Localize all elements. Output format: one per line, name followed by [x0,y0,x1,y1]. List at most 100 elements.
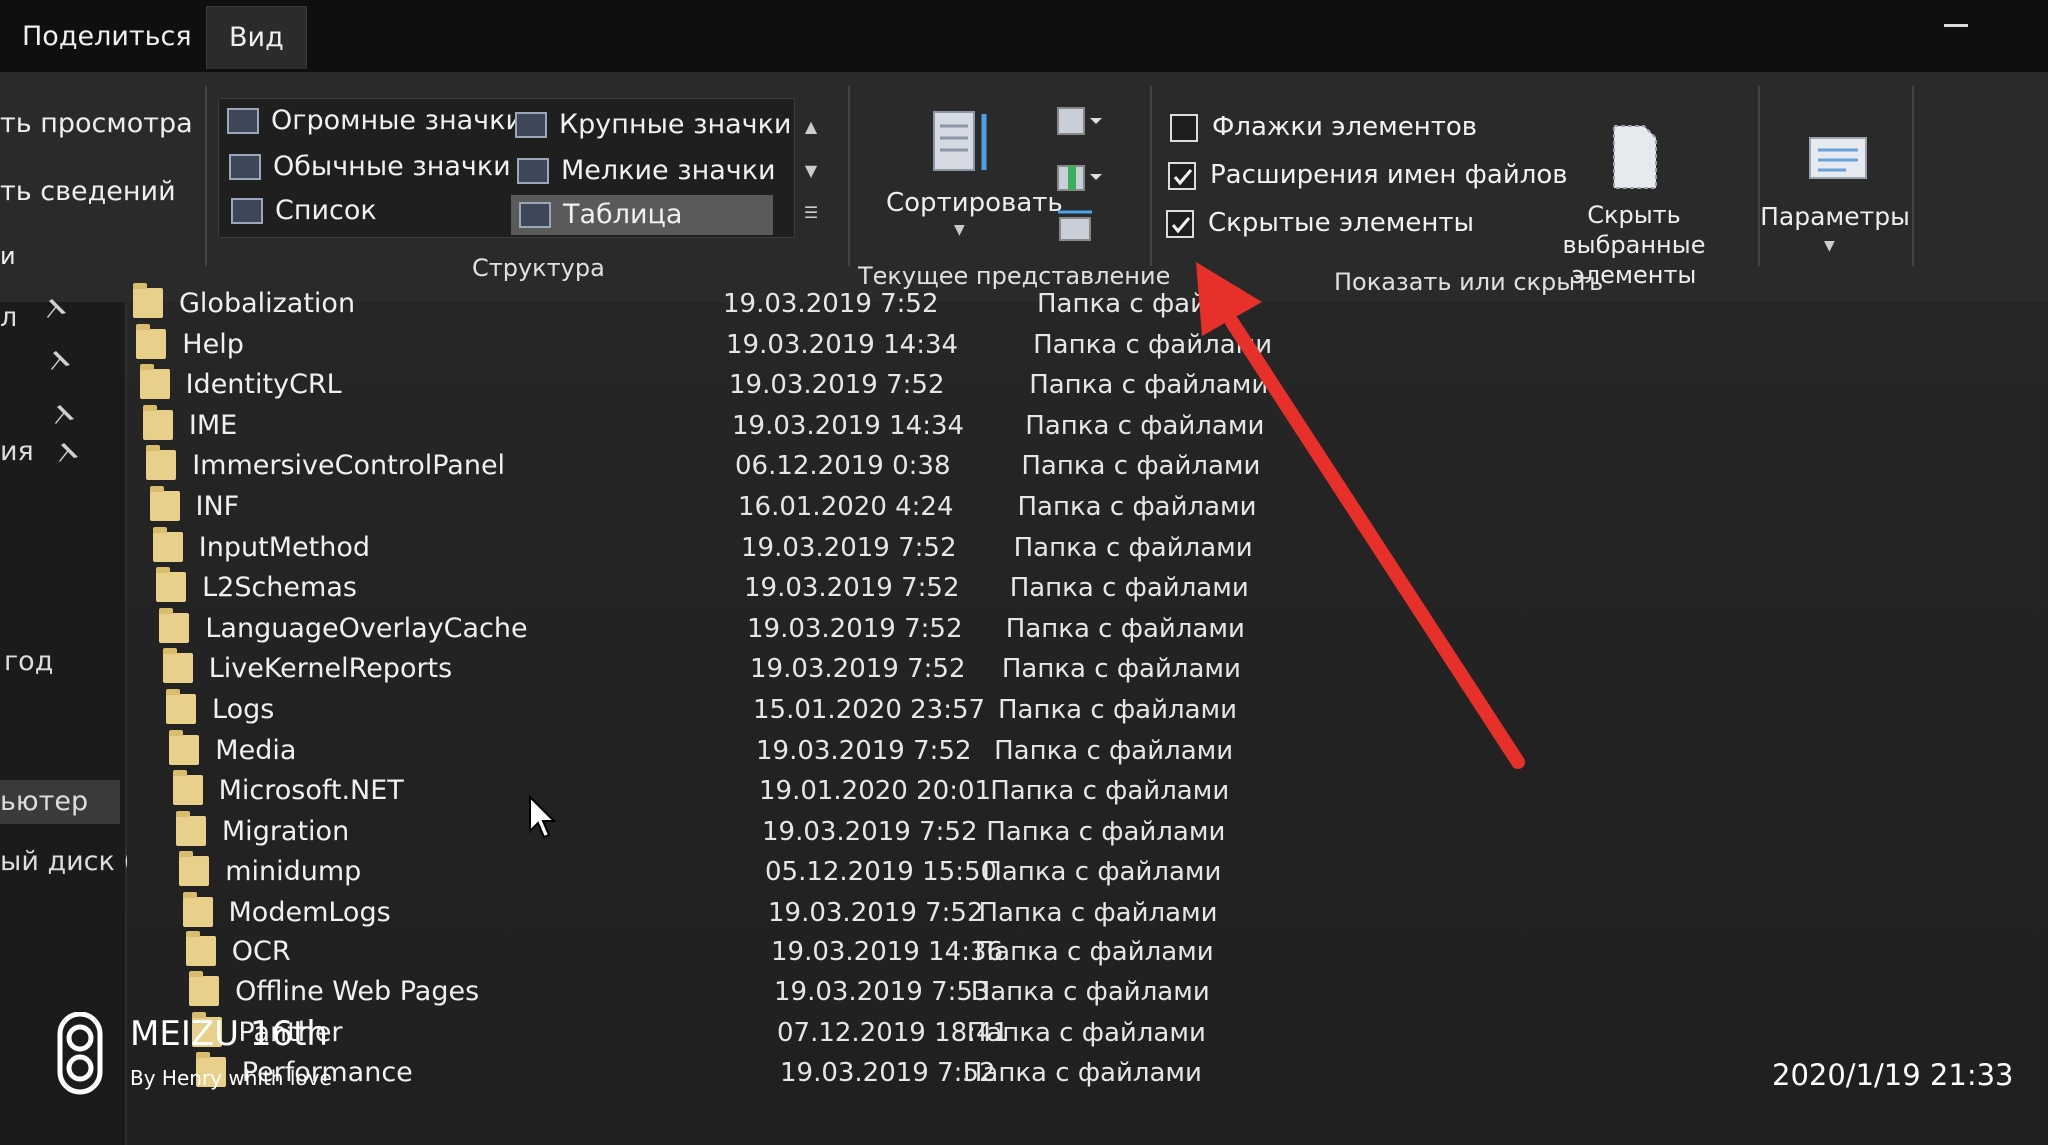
more-icon[interactable]: ☰ [800,202,822,224]
pin-graphic [47,299,66,318]
pin-icon[interactable] [48,348,74,374]
nav-item[interactable]: ия [0,436,34,467]
minimize-button[interactable] [1944,24,1968,27]
folder-icon [136,323,167,359]
file-date: 16.01.2020 4:24 [738,492,954,522]
table-row[interactable]: Microsoft.NET 19.01.2020 20:01 Папка с фай… [172,770,1373,813]
table-row[interactable]: ImmersiveControlPanel 06.12.2019 0:38 Папк… [146,445,1346,488]
file-date: 19.03.2019 7:52 [755,735,972,766]
options-button[interactable]: Параметры [1760,202,1910,231]
table-row[interactable]: OCR 19.03.2019 14:36 Папка с файлами [185,930,1386,974]
layout-small-icons[interactable]: Мелкие значки [509,151,811,191]
file-extensions-checkbox[interactable] [1168,162,1196,190]
pin-icon[interactable] [52,402,78,428]
folder-icon [182,892,213,927]
sort-button[interactable]: Сортировать [886,188,1063,218]
nav-item-this-pc[interactable]: ьютер [0,780,120,824]
file-type: Папка с файлами [978,898,1218,928]
table-row[interactable]: Panther 07.12.2019 18:41 Папка с файлами [192,1011,1392,1055]
table-row[interactable]: Logs 15.01.2020 23:57 Папка с файлами [166,689,1366,732]
group-by-graphic [1057,107,1102,135]
layout-list[interactable]: Список [223,191,545,231]
folder-icon [179,851,210,887]
size-columns-icon[interactable] [1056,206,1096,242]
checkmark-icon [1171,217,1191,234]
group-by-icon[interactable] [1056,106,1108,136]
file-date: 19.03.2019 7:52 [761,816,978,847]
pin-graphic [59,443,78,462]
watermark-subtitle: By Henry whith love [130,1066,332,1090]
options-icon [1806,134,1870,184]
file-date: 15.01.2020 23:57 [753,695,986,725]
file-date: 19.03.2019 7:52 [746,613,963,644]
file-date: 19.03.2019 7:52 [743,573,960,604]
folder-icon [189,971,220,1007]
folder-icon [133,283,163,318]
table-row[interactable]: Media 19.03.2019 7:52 Папка с файлами [169,729,1369,773]
layout-extra-large-icons[interactable]: Огромные значки [219,101,541,141]
nav-item[interactable]: л [0,302,17,333]
table-row[interactable]: InputMethod 19.03.2019 7:52 Папка с файлам… [152,526,1353,570]
tab-share[interactable]: Поделиться [0,6,214,68]
separator [848,86,850,266]
separator [1758,86,1760,266]
table-row[interactable]: LiveKernelReports 19.03.2019 7:52 Папка с … [162,648,1363,691]
file-date: 19.03.2019 7:52 [728,370,945,401]
add-columns-icon[interactable] [1056,162,1108,192]
details-pane-button[interactable]: ть сведений [0,176,176,207]
layout-medium-icons[interactable]: Обычные значки [221,147,543,187]
file-type: Папка с файлами [1001,654,1241,685]
table-row[interactable]: Help 19.03.2019 14:34 Папка с файлами [136,323,1336,367]
table-row[interactable]: IdentityCRL 19.03.2019 7:52 Папка с файлам… [139,364,1340,407]
file-name: L2Schemas [202,572,357,604]
tab-view[interactable]: Вид [206,6,307,69]
list-icon [231,198,263,224]
file-type: Папка с файлами [1009,573,1249,604]
table-row[interactable]: minidump 05.12.2019 15:50 Папка с файлами [179,851,1379,894]
medium-icons-icon [229,154,261,180]
folder-icon [162,648,193,684]
table-row[interactable]: IME 19.03.2019 14:34 Папка с файлами [142,404,1343,448]
table-row[interactable]: LanguageOverlayCache 19.03.2019 7:52 Папка… [159,607,1359,651]
folder-icon [166,689,196,724]
table-row[interactable]: INF 16.01.2020 4:24 Папка с файлами [149,486,1350,529]
ribbon: ть просмотра ть сведений и Огромные знач… [0,72,2048,304]
hidden-items-label: Скрытые элементы [1208,208,1474,238]
nav-item[interactable]: год [4,646,53,677]
sort-icon-graphic [933,111,987,171]
pin-icon[interactable] [56,440,82,466]
title-tab-bar: Поделиться Вид [0,0,2048,72]
item-checkboxes-checkbox[interactable] [1170,114,1198,142]
file-name: InputMethod [198,531,370,563]
chevron-down-icon: ▼ [954,222,965,238]
pin-icon[interactable] [44,296,70,322]
chevron-down-icon[interactable]: ▼ [800,160,822,182]
table-row[interactable]: Performance 19.03.2019 7:52 Папка с файлам… [195,1052,1396,1095]
file-extensions-label: Расширения имен файлов [1210,160,1568,190]
layout-group-label: Структура [472,254,605,282]
file-name: Microsoft.NET [218,775,404,807]
table-row[interactable]: Offline Web Pages 19.03.2019 7:53 Папка с … [189,971,1389,1014]
table-row[interactable]: Migration 19.03.2019 7:52 Папка с файлами [175,810,1376,854]
separator [1912,86,1914,266]
hide-selected-line1: Скрыть выбранные [1562,201,1706,259]
table-row[interactable]: Globalization 19.03.2019 7:52 Папка с файл… [133,283,1333,326]
file-date: 19.03.2019 7:53 [773,977,990,1008]
folder-icon [152,526,183,562]
file-type: Папка с файлами [982,857,1222,888]
file-type: Папка с файлами [1017,492,1257,522]
file-date: 19.01.2020 20:01 [758,776,992,807]
hidden-items-checkbox[interactable] [1166,210,1194,238]
file-type: Папка с файлами [1005,613,1245,644]
table-row[interactable]: L2Schemas 19.03.2019 7:52 Папка с файлами [156,567,1356,610]
file-name: OCR [231,935,291,967]
file-type: Папка с файлами [974,936,1214,967]
layout-details[interactable]: Таблица [511,195,773,235]
table-row[interactable]: ModemLogs 19.03.2019 7:52 Папка с файлами [182,892,1383,935]
chevron-up-icon[interactable]: ▲ [800,116,822,138]
layout-large-icons[interactable]: Крупные значки [507,105,809,145]
pin-graphic [51,351,70,370]
folder-icon [146,445,177,481]
pin-graphic [55,405,74,424]
preview-pane-button[interactable]: ть просмотра [0,108,193,139]
